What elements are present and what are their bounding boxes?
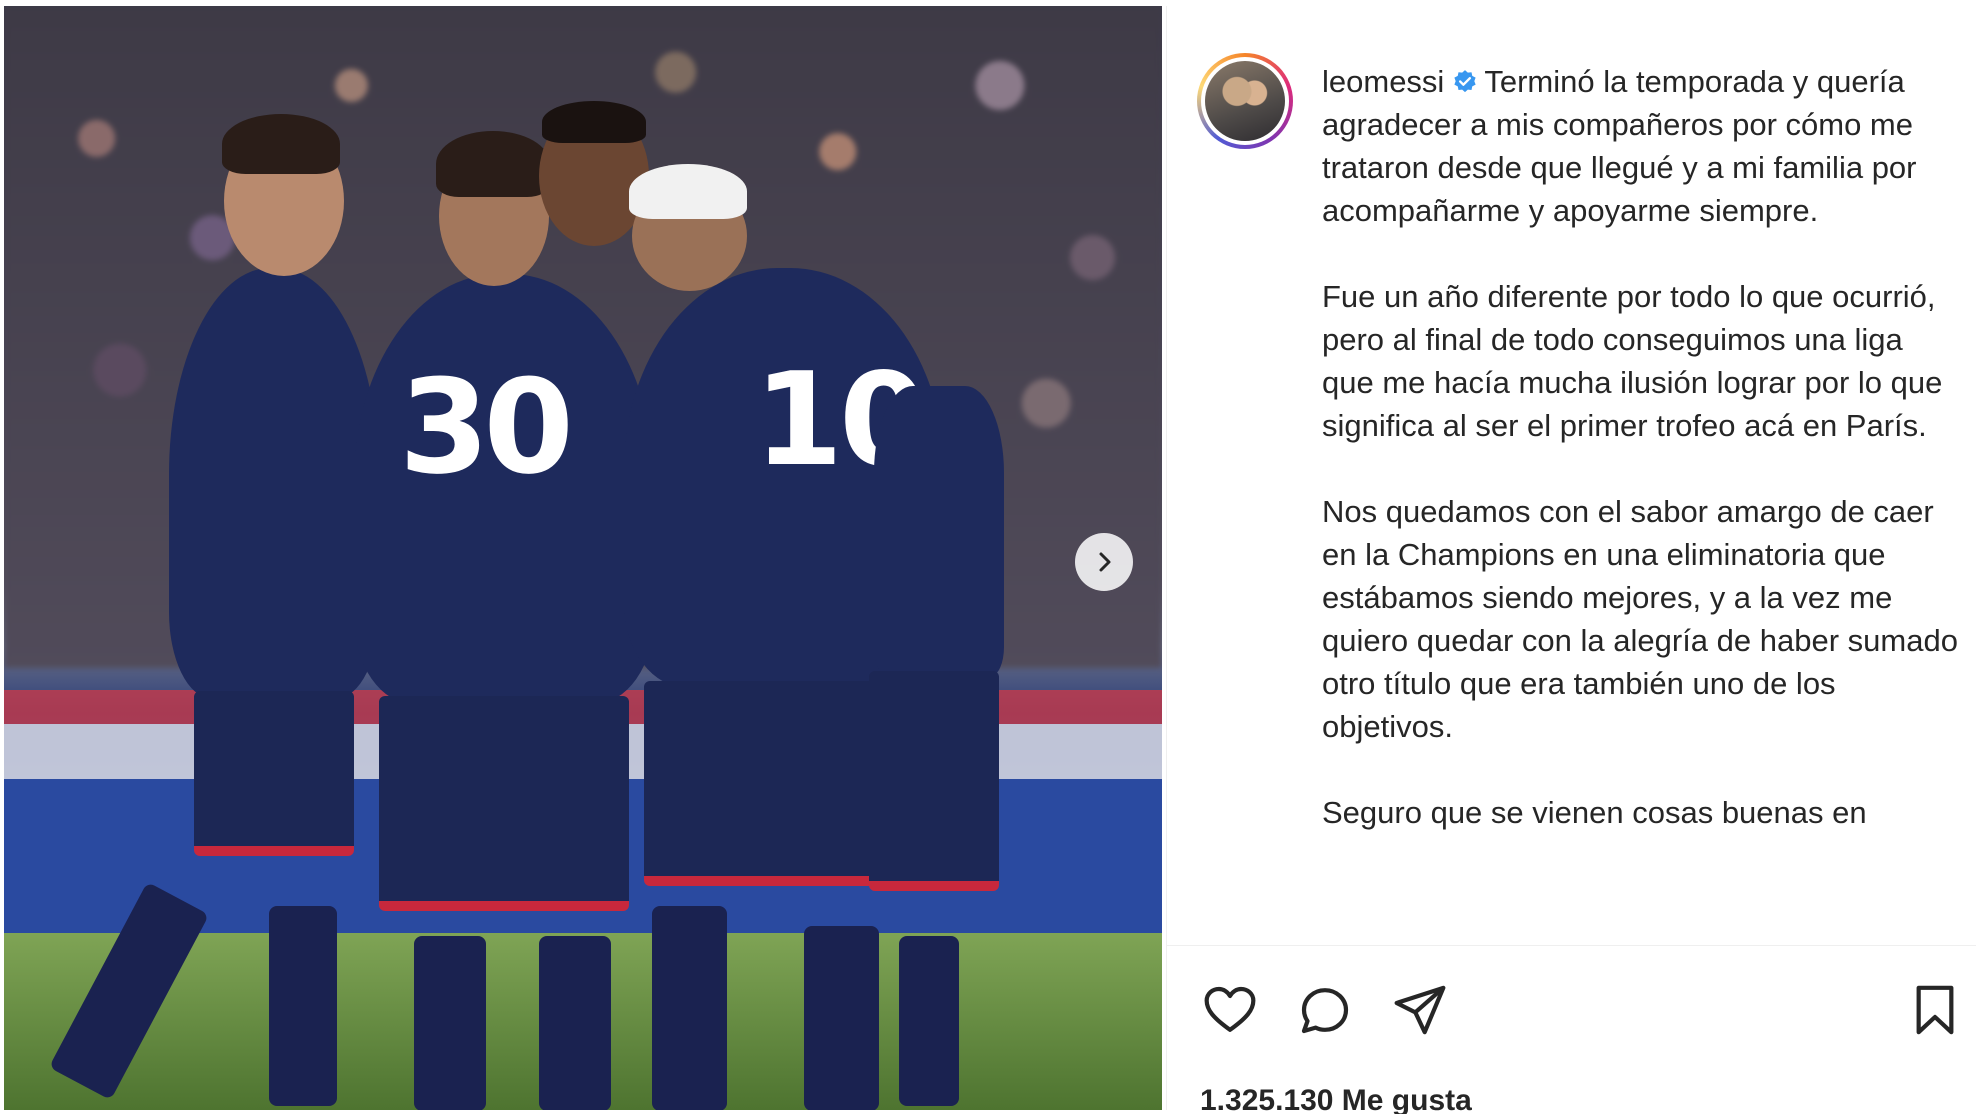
jersey-number-30: 30: [399, 351, 574, 503]
player-10-hair: [629, 164, 747, 219]
player-30-sock-1: [414, 936, 486, 1110]
bookmark-icon: [1916, 985, 1954, 1035]
heart-icon: [1204, 986, 1256, 1032]
caption-paragraph-2: Fue un año diferente por todo lo que ocu…: [1322, 279, 1943, 443]
likes-count[interactable]: 1.325.130 Me gusta: [1200, 1084, 1472, 1114]
player-right-shorts: [869, 671, 999, 891]
save-button[interactable]: [1905, 980, 1965, 1040]
player-left-sock-2: [269, 906, 337, 1106]
username-link[interactable]: leomessi: [1322, 64, 1444, 99]
player-30-hair: [436, 131, 550, 197]
verified-badge-icon: [1454, 70, 1476, 93]
paper-plane-icon: [1394, 985, 1446, 1035]
caption-paragraph-3: Nos quedamos con el sabor amargo de caer…: [1322, 494, 1958, 744]
player-right-sock: [899, 936, 959, 1106]
avatar-border: [1201, 57, 1289, 145]
post-action-bar: [1200, 980, 1960, 1040]
player-left-hair: [222, 114, 340, 174]
player-10-shorts: [644, 681, 874, 886]
share-button[interactable]: [1390, 980, 1450, 1040]
like-button[interactable]: [1200, 980, 1260, 1040]
player-right: [874, 386, 1004, 676]
caption: leomessi Terminó la temporada y quería a…: [1322, 60, 1962, 938]
player-back-hair: [542, 101, 646, 143]
comment-icon: [1301, 988, 1349, 1034]
caption-paragraph-1: leomessi Terminó la temporada y quería a…: [1322, 60, 1962, 232]
instagram-post-embed: 30 10 leomessi Terminó la temporada y qu…: [0, 0, 1980, 1114]
comment-button[interactable]: [1295, 980, 1355, 1040]
carousel-next-button[interactable]: [1075, 533, 1133, 591]
player-left-shorts: [194, 691, 354, 856]
player-10-sock-1: [652, 906, 727, 1110]
avatar: [1205, 61, 1285, 141]
action-bar-divider: [1166, 945, 1976, 946]
player-30-sock-2: [539, 936, 611, 1110]
player-30-shorts: [379, 696, 629, 911]
avatar-story-ring[interactable]: [1197, 53, 1293, 149]
post-photo[interactable]: 30 10: [4, 6, 1162, 1110]
caption-paragraph-4: Seguro que se vienen cosas buenas en: [1322, 795, 1867, 830]
player-10-sock-2: [804, 926, 879, 1110]
chevron-right-icon: [1099, 552, 1111, 572]
player-left: [169, 268, 379, 698]
